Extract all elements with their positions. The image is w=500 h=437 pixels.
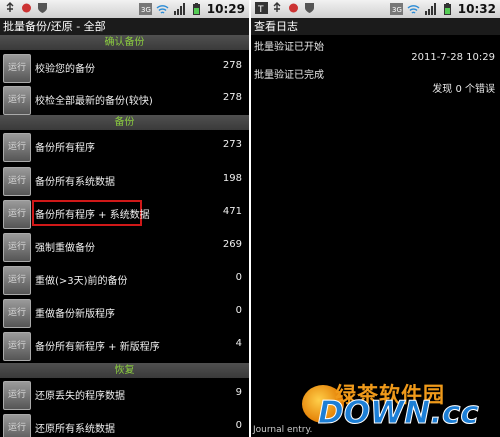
left-screen: 3G 10:29 批量备份/还原 - 全部 确认备份 运行 校验您的备份 278… [0,0,249,437]
list-item: 运行 校检全部最新的备份(较快) 278 [0,83,249,118]
item-label: 重做备份新版程序 [35,309,115,320]
item-label: 备份所有程序 [35,143,95,154]
run-button[interactable]: 运行 [3,381,31,410]
status-time: 10:32 [457,2,496,16]
usb-icon [6,2,14,12]
status-time: 10:29 [206,2,245,16]
item-count: 273 [222,139,242,150]
item-count: 0 [235,420,242,431]
run-button[interactable]: 运行 [3,233,31,262]
item-label: 重做(>3天)前的备份 [35,276,128,287]
run-button[interactable]: 运行 [3,332,31,361]
list-item: 运行 还原丢失的程序数据 9 [0,378,249,413]
run-button[interactable]: 运行 [3,299,31,328]
shield-icon [38,3,47,13]
shield-icon [305,3,314,13]
item-count: 471 [222,206,242,217]
section-header-restore: 恢复 [0,363,249,378]
item-count: 4 [235,338,242,349]
run-button[interactable]: 运行 [3,200,31,229]
run-button[interactable]: 运行 [3,414,31,437]
item-label: 强制重做备份 [35,243,95,254]
item-label: 还原丢失的程序数据 [35,391,125,402]
list-item: 运行 备份所有程序 273 [0,130,249,165]
journal-label: Journal entry. [253,425,313,435]
svg-text:3G: 3G [141,6,151,14]
list-item: 运行 备份所有程序 + 系统数据 471 [0,197,249,232]
item-count: 0 [235,272,242,283]
watermark-text: DOWN.cc [318,395,480,432]
list-item: 运行 还原所有系统数据 0 [0,411,249,437]
battery-icon [192,3,200,15]
page-title: 批量备份/还原 - 全部 [0,18,249,35]
network-bars-icon [173,3,185,15]
item-count: 9 [235,387,242,398]
run-button[interactable]: 运行 [3,167,31,196]
item-count: 269 [222,239,242,250]
item-label: 备份所有系统数据 [35,177,115,188]
item-count: 0 [235,305,242,316]
usb-icon [273,2,281,12]
status-bar: 3G 10:29 [0,0,249,18]
run-button[interactable]: 运行 [3,266,31,295]
item-count: 278 [222,92,242,103]
signal-3g-icon: 3G [389,3,403,15]
log-line: 批量验证已完成 [254,70,324,81]
list-item: 运行 重做(>3天)前的备份 0 [0,263,249,298]
list-item: 运行 校验您的备份 278 [0,51,249,86]
wifi-icon [407,5,420,14]
wifi-icon [156,5,169,14]
item-label: 备份所有程序 + 系统数据 [35,210,150,221]
list-item: 运行 重做备份新版程序 0 [0,296,249,331]
list-item: 运行 备份所有系统数据 198 [0,164,249,199]
notification-icon [22,3,31,13]
item-label: 校检全部最新的备份(较快) [35,96,153,107]
run-button[interactable]: 运行 [3,54,31,83]
status-bar: T 3G 10:32 [251,0,500,18]
list-item: 运行 备份所有新程序 + 新版程序 4 [0,329,249,364]
battery-icon [443,3,451,15]
network-bars-icon [424,3,436,15]
item-count: 278 [222,60,242,71]
log-line: 批量验证已开始 [254,42,324,53]
svg-text:3G: 3G [392,6,402,14]
app-icon: T [255,2,268,14]
page-title: 查看日志 [251,18,500,35]
list-item: 运行 强制重做备份 269 [0,230,249,265]
item-label: 校验您的备份 [35,64,95,75]
section-header-verify: 确认备份 [0,35,249,50]
section-header-backup: 备份 [0,115,249,130]
log-result: 发现 0 个错误 [432,84,495,95]
item-count: 198 [222,173,242,184]
log-timestamp: 2011-7-28 10:29 [411,52,495,63]
run-button[interactable]: 运行 [3,133,31,162]
right-screen: T 3G 10:32 查看日志 批量验证已开始 2011-7-28 10:29 … [251,0,500,437]
signal-3g-icon: 3G [138,3,152,15]
svg-text:T: T [257,5,264,14]
notification-icon [289,3,298,13]
run-button[interactable]: 运行 [3,86,31,115]
item-label: 还原所有系统数据 [35,424,115,435]
item-label: 备份所有新程序 + 新版程序 [35,342,160,353]
